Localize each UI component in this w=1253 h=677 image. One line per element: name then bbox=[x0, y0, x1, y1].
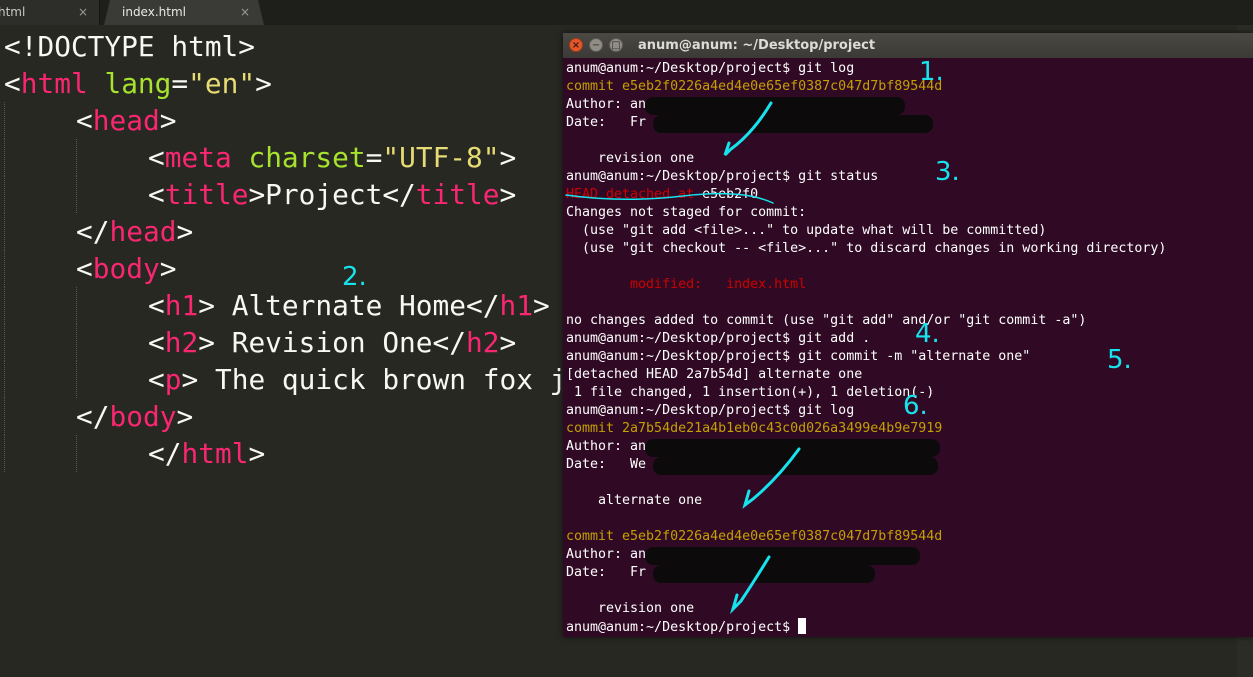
code-token: < bbox=[148, 363, 165, 396]
code-line[interactable]: <head> bbox=[4, 102, 176, 139]
code-token: = bbox=[365, 141, 383, 174]
annotation-4: 4. bbox=[915, 319, 940, 349]
code-line[interactable]: <h2> Revision One</h2> bbox=[4, 324, 516, 361]
code-token: head bbox=[92, 104, 160, 137]
code-token: body bbox=[92, 252, 160, 285]
code-token: > bbox=[532, 289, 550, 322]
code-token: head bbox=[109, 215, 177, 248]
indent-guide bbox=[4, 287, 5, 324]
editor-tab-bar: html × index.html × bbox=[0, 0, 1253, 25]
code-token: >Project</ bbox=[248, 178, 416, 211]
code-token: h2 bbox=[164, 326, 199, 359]
annotation-5: 5. bbox=[1107, 345, 1132, 375]
indent-guide bbox=[4, 213, 5, 250]
indent-guide bbox=[4, 102, 5, 139]
code-token: </ bbox=[76, 400, 110, 433]
indent-guide bbox=[76, 287, 77, 324]
code-token: meta bbox=[164, 141, 232, 174]
code-token: lang bbox=[104, 67, 172, 100]
tab-label: html bbox=[0, 5, 26, 19]
code-line[interactable]: </html> bbox=[4, 435, 265, 472]
code-token: "UTF-8" bbox=[382, 141, 500, 174]
code-token: < bbox=[4, 67, 21, 100]
indent-guide bbox=[4, 435, 5, 472]
tab-html[interactable]: html × bbox=[0, 0, 100, 25]
code-line[interactable]: </head> bbox=[4, 213, 193, 250]
code-line[interactable]: <title>Project</title> bbox=[4, 176, 516, 213]
code-token: body bbox=[109, 400, 177, 433]
code-token: <!DOCTYPE html> bbox=[4, 30, 256, 63]
indent-guide bbox=[4, 324, 5, 361]
indent-guide bbox=[4, 176, 5, 213]
annotation-2: 2. bbox=[342, 262, 367, 292]
code-token: h1 bbox=[499, 289, 533, 322]
code-token: < bbox=[148, 289, 165, 322]
indent-guide bbox=[4, 398, 5, 435]
tab-label: index.html bbox=[122, 5, 186, 19]
indent-guide bbox=[4, 250, 5, 287]
code-token: < bbox=[148, 178, 165, 211]
code-token: < bbox=[76, 104, 93, 137]
annotation-marks bbox=[565, 101, 801, 615]
tab-index-html[interactable]: index.html × bbox=[104, 0, 264, 25]
code-token: html bbox=[181, 437, 249, 470]
code-line[interactable]: </body> bbox=[4, 398, 193, 435]
code-line[interactable]: <!DOCTYPE html> bbox=[4, 28, 255, 65]
code-token: > bbox=[499, 141, 517, 174]
code-line[interactable]: <html lang="en"> bbox=[4, 65, 272, 102]
indent-guide bbox=[76, 435, 77, 472]
code-token: </ bbox=[148, 437, 182, 470]
terminal-window: × − □ anum@anum: ~/Desktop/project anum@… bbox=[563, 33, 1253, 637]
annotation-1: 1. bbox=[919, 57, 944, 87]
indent-guide bbox=[76, 361, 77, 398]
indent-guide bbox=[76, 324, 77, 361]
code-token: > Alternate Home</ bbox=[198, 289, 500, 322]
code-token: "en" bbox=[188, 67, 256, 100]
code-token: h1 bbox=[164, 289, 199, 322]
code-line[interactable]: <body> bbox=[4, 250, 176, 287]
code-token: h2 bbox=[466, 326, 500, 359]
indent-guide bbox=[76, 176, 77, 213]
code-token: title bbox=[415, 178, 500, 211]
code-token: charset bbox=[248, 141, 366, 174]
code-token: title bbox=[164, 178, 249, 211]
annotation-3: 3. bbox=[935, 157, 960, 187]
code-token: > bbox=[499, 178, 517, 211]
indent-guide bbox=[4, 361, 5, 398]
code-token: > Revision One</ bbox=[198, 326, 466, 359]
tab-close-icon[interactable]: × bbox=[240, 0, 250, 25]
code-token: > bbox=[176, 400, 194, 433]
code-token: html bbox=[20, 67, 88, 100]
code-token: = bbox=[171, 67, 189, 100]
code-token: > bbox=[159, 104, 177, 137]
code-line[interactable]: <h1> Alternate Home</h1> bbox=[4, 287, 550, 324]
code-token: > bbox=[255, 67, 272, 100]
indent-guide bbox=[76, 139, 77, 176]
code-token: </ bbox=[76, 215, 110, 248]
code-token: < bbox=[148, 326, 165, 359]
code-token: > bbox=[176, 215, 194, 248]
indent-guide bbox=[4, 139, 5, 176]
code-token: p bbox=[164, 363, 182, 396]
code-token: < bbox=[76, 252, 93, 285]
code-token: > bbox=[499, 326, 517, 359]
code-line[interactable]: <meta charset="UTF-8"> bbox=[4, 139, 516, 176]
tab-close-icon[interactable]: × bbox=[78, 0, 88, 25]
code-token: > bbox=[159, 252, 177, 285]
code-token: > bbox=[248, 437, 266, 470]
annotation-6: 6. bbox=[903, 391, 928, 421]
code-token: < bbox=[148, 141, 165, 174]
